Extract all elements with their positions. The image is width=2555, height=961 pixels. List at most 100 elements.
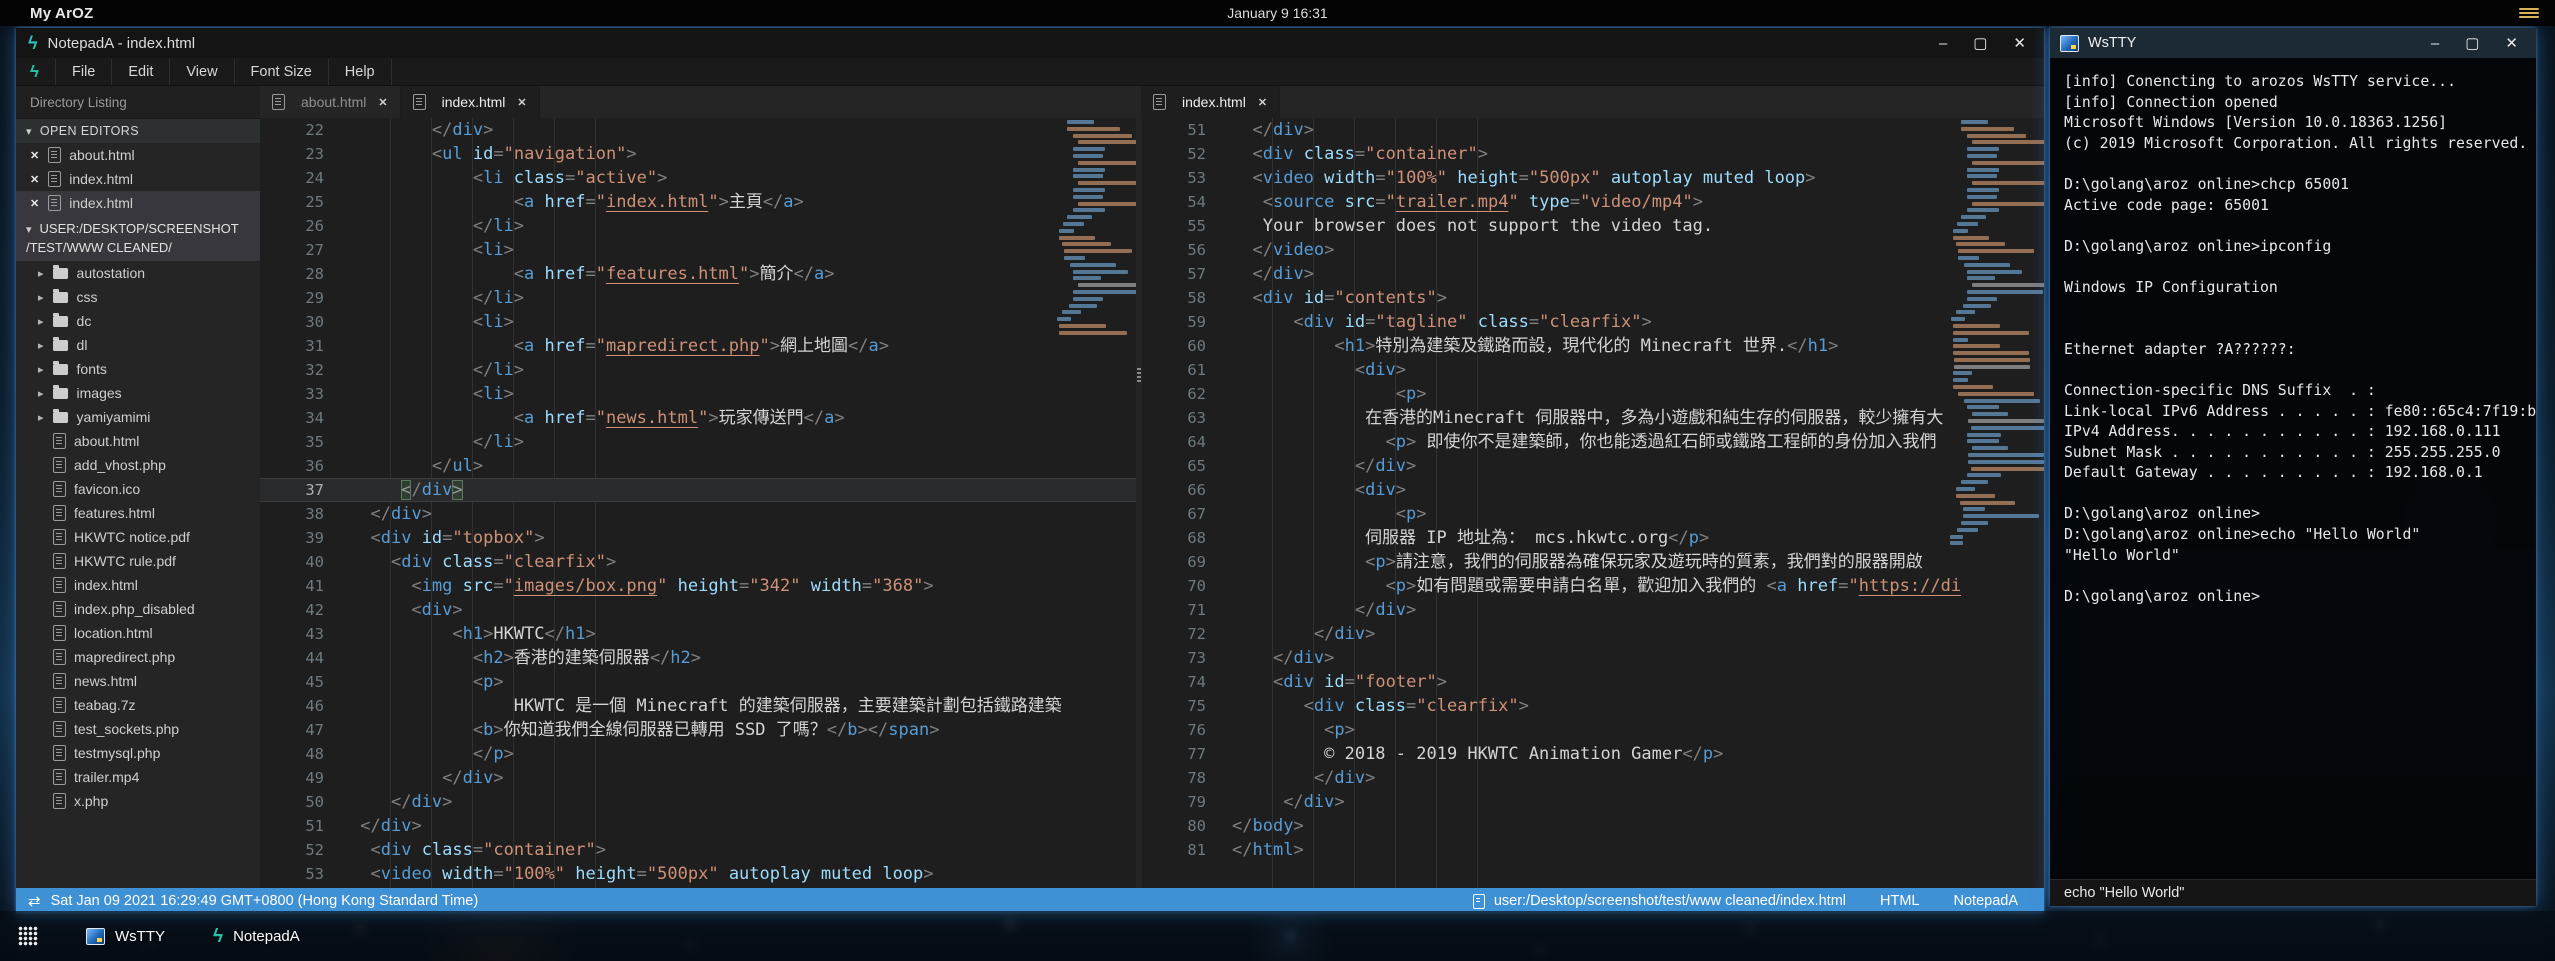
code-line-56[interactable]: 56 </video> — [1142, 238, 2044, 262]
code-line-59[interactable]: 59 <div id="tagline" class="clearfix"> — [1142, 310, 2044, 334]
file-favicon.ico[interactable]: favicon.ico — [16, 477, 260, 501]
file-mapredirect.php[interactable]: mapredirect.php — [16, 645, 260, 669]
code-line-40[interactable]: 40 <div class="clearfix"> — [260, 550, 1136, 574]
close-icon[interactable]: ✕ — [30, 149, 39, 162]
file-testmysql.php[interactable]: testmysql.php — [16, 741, 260, 765]
code-line-25[interactable]: 25 <a href="index.html">主頁</a> — [260, 190, 1136, 214]
file-location.html[interactable]: location.html — [16, 621, 260, 645]
code-line-70[interactable]: 70 <p>如有問題或需要申請白名單，歡迎加入我們的 <a href="http… — [1142, 574, 2044, 598]
folder-images[interactable]: ▸images — [16, 381, 260, 405]
code-line-62[interactable]: 62 <p> — [1142, 382, 2044, 406]
terminal-input[interactable] — [2050, 884, 2536, 902]
code-line-72[interactable]: 72 </div> — [1142, 622, 2044, 646]
code-line-39[interactable]: 39 <div id="topbox"> — [260, 526, 1136, 550]
minimize-icon[interactable]: – — [1939, 36, 1947, 51]
file-trailer.mp4[interactable]: trailer.mp4 — [16, 765, 260, 789]
folder-fonts[interactable]: ▸fonts — [16, 357, 260, 381]
file-index.html[interactable]: index.html — [16, 573, 260, 597]
wstty-titlebar[interactable]: WsTTY – ▢ ✕ — [2050, 28, 2536, 58]
code-line-30[interactable]: 30 <li> — [260, 310, 1136, 334]
code-line-32[interactable]: 32 </li> — [260, 358, 1136, 382]
code-line-34[interactable]: 34 <a href="news.html">玩家傳送門</a> — [260, 406, 1136, 430]
close-icon[interactable]: ✕ — [2013, 36, 2026, 51]
code-line-48[interactable]: 48 </p> — [260, 742, 1136, 766]
tab-index.html[interactable]: index.html✕ — [401, 86, 540, 118]
code-line-22[interactable]: 22 </div> — [260, 118, 1136, 142]
code-line-47[interactable]: 47 <b>你知道我們全線伺服器已轉用 SSD 了嗎？</b></span> — [260, 718, 1136, 742]
tab-close-icon[interactable]: ✕ — [1258, 96, 1267, 109]
code-line-24[interactable]: 24 <li class="active"> — [260, 166, 1136, 190]
code-line-50[interactable]: 50 </div> — [260, 790, 1136, 814]
code-line-33[interactable]: 33 <li> — [260, 382, 1136, 406]
code-line-52[interactable]: 52 <div class="container"> — [260, 838, 1136, 862]
menu-help[interactable]: Help — [329, 59, 392, 85]
code-line-45[interactable]: 45 <p> — [260, 670, 1136, 694]
code-line-31[interactable]: 31 <a href="mapredirect.php">網上地圖</a> — [260, 334, 1136, 358]
code-line-58[interactable]: 58 <div id="contents"> — [1142, 286, 2044, 310]
code-line-53[interactable]: 53 <video width="100%" height="500px" au… — [260, 862, 1136, 886]
minimap-left[interactable] — [1056, 120, 1132, 338]
code-line-38[interactable]: 38 </div> — [260, 502, 1136, 526]
code-line-41[interactable]: 41 <img src="images/box.png" height="342… — [260, 574, 1136, 598]
code-line-42[interactable]: 42 <div> — [260, 598, 1136, 622]
open-editor-index.html[interactable]: ✕index.html — [16, 167, 260, 191]
code-line-77[interactable]: 77 © 2018 - 2019 HKWTC Animation Gamer</… — [1142, 742, 2044, 766]
file-news.html[interactable]: news.html — [16, 669, 260, 693]
open-editors-section[interactable]: ▾OPEN EDITORS — [16, 119, 260, 143]
code-line-69[interactable]: 69 <p>請注意，我們的伺服器為確保玩家及遊玩時的質素，我們對的服器開啟 — [1142, 550, 2044, 574]
code-line-55[interactable]: 55 Your browser does not support the vid… — [1142, 214, 2044, 238]
code-line-76[interactable]: 76 <p> — [1142, 718, 2044, 742]
code-line-29[interactable]: 29 </li> — [260, 286, 1136, 310]
folder-dc[interactable]: ▸dc — [16, 309, 260, 333]
code-line-68[interactable]: 68 伺服器 IP 地址為： mcs.hkwtc.org</p> — [1142, 526, 2044, 550]
code-line-80[interactable]: 80</body> — [1142, 814, 2044, 838]
minimize-icon[interactable]: – — [2431, 36, 2439, 51]
code-line-43[interactable]: 43 <h1>HKWTC</h1> — [260, 622, 1136, 646]
code-line-49[interactable]: 49 </div> — [260, 766, 1136, 790]
code-line-51[interactable]: 51 </div> — [260, 814, 1136, 838]
code-line-27[interactable]: 27 <li> — [260, 238, 1136, 262]
folder-dl[interactable]: ▸dl — [16, 333, 260, 357]
file-test_sockets.php[interactable]: test_sockets.php — [16, 717, 260, 741]
close-icon[interactable]: ✕ — [2505, 36, 2518, 51]
open-editor-about.html[interactable]: ✕about.html — [16, 143, 260, 167]
sidebar-root-path[interactable]: ▾USER:/DESKTOP/SCREENSHOT/TEST/WWW CLEAN… — [16, 215, 260, 261]
file-x.php[interactable]: x.php — [16, 789, 260, 813]
code-line-54[interactable]: 54 <source src="trailer.mp4" type="video… — [1142, 190, 2044, 214]
code-line-66[interactable]: 66 <div> — [1142, 478, 2044, 502]
code-line-60[interactable]: 60 <h1>特別為建築及鐵路而設，現代化的 Minecraft 世界.</h1… — [1142, 334, 2044, 358]
notepada-titlebar[interactable]: ϟ NotepadA - index.html – ▢ ✕ — [16, 28, 2044, 58]
file-add_vhost.php[interactable]: add_vhost.php — [16, 453, 260, 477]
file-about.html[interactable]: about.html — [16, 429, 260, 453]
code-line-46[interactable]: 46 HKWTC 是一個 Minecraft 的建築伺服器，主要建築計劃包括鐵路… — [260, 694, 1136, 718]
taskbar-item-wstty[interactable]: WsTTY — [86, 927, 165, 946]
tab-close-icon[interactable]: ✕ — [517, 96, 526, 109]
code-line-61[interactable]: 61 <div> — [1142, 358, 2044, 382]
code-line-71[interactable]: 71 </div> — [1142, 598, 2044, 622]
file-teabag.7z[interactable]: teabag.7z — [16, 693, 260, 717]
code-line-57[interactable]: 57 </div> — [1142, 262, 2044, 286]
code-line-81[interactable]: 81</html> — [1142, 838, 2044, 862]
folder-yamiyamimi[interactable]: ▸yamiyamimi — [16, 405, 260, 429]
code-line-73[interactable]: 73 </div> — [1142, 646, 2044, 670]
file-index.php_disabled[interactable]: index.php_disabled — [16, 597, 260, 621]
code-line-36[interactable]: 36 </ul> — [260, 454, 1136, 478]
code-line-44[interactable]: 44 <h2>香港的建築伺服器</h2> — [260, 646, 1136, 670]
file-features.html[interactable]: features.html — [16, 501, 260, 525]
menu-font-size[interactable]: Font Size — [235, 59, 329, 85]
code-line-67[interactable]: 67 <p> — [1142, 502, 2044, 526]
minimap-right[interactable] — [1950, 120, 2034, 548]
code-line-78[interactable]: 78 </div> — [1142, 766, 2044, 790]
open-editor-index.html[interactable]: ✕index.html — [16, 191, 260, 215]
code-line-37[interactable]: 37 </div> — [260, 478, 1136, 502]
code-line-35[interactable]: 35 </li> — [260, 430, 1136, 454]
code-line-26[interactable]: 26 </li> — [260, 214, 1136, 238]
folder-autostation[interactable]: ▸autostation — [16, 261, 260, 285]
file-HKWTC rule.pdf[interactable]: HKWTC rule.pdf — [16, 549, 260, 573]
folder-css[interactable]: ▸css — [16, 285, 260, 309]
menu-file[interactable]: File — [56, 59, 112, 85]
code-line-23[interactable]: 23 <ul id="navigation"> — [260, 142, 1136, 166]
code-line-52[interactable]: 52 <div class="container"> — [1142, 142, 2044, 166]
editor-pane-left[interactable]: 22 </div>23 <ul id="navigation">24 <li c… — [260, 118, 1136, 888]
close-icon[interactable]: ✕ — [30, 197, 39, 210]
